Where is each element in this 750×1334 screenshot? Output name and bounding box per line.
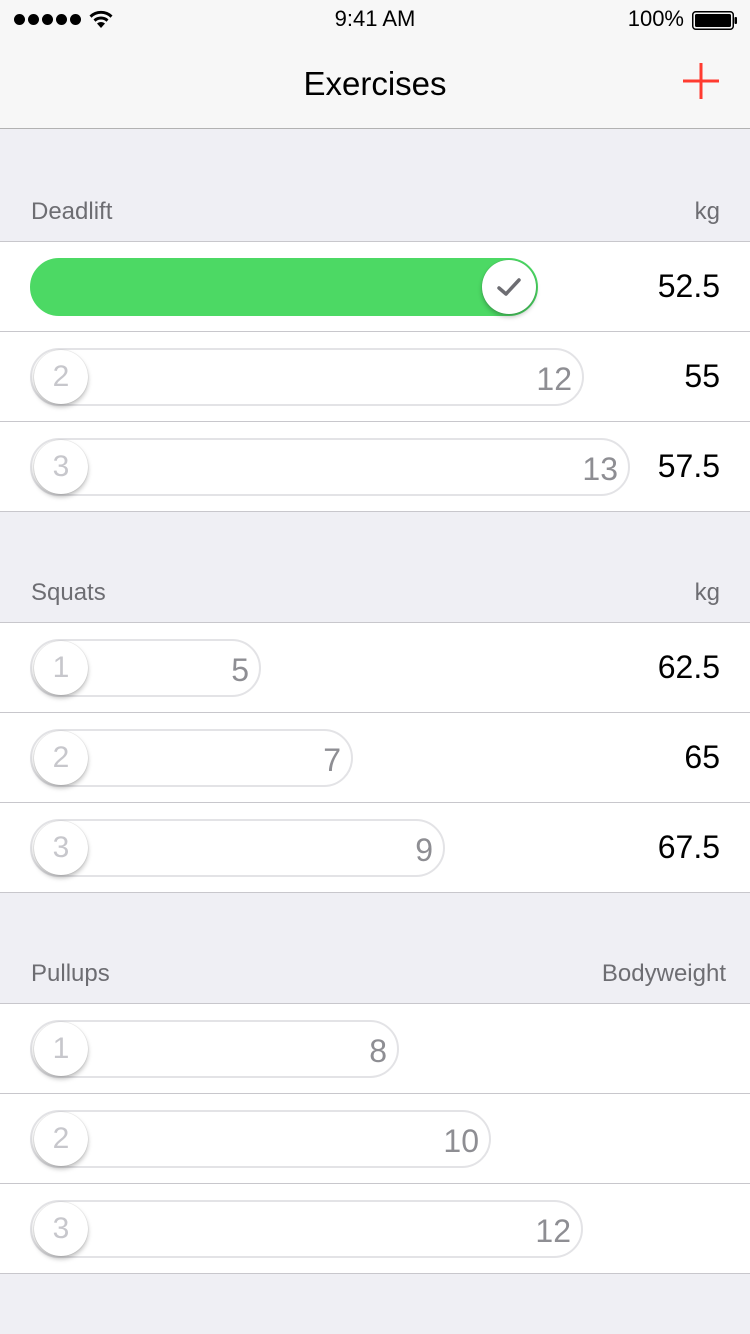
set-slider[interactable]: 3 12 — [30, 1200, 583, 1258]
set-slider[interactable]: 1 8 — [30, 1020, 399, 1078]
set-row: 1 5 62.5 — [0, 623, 750, 713]
set-number-knob[interactable]: 2 — [34, 350, 88, 404]
checkmark-icon — [497, 278, 521, 296]
page-title: Exercises — [303, 65, 447, 102]
set-number-knob[interactable]: 2 — [34, 731, 88, 785]
set-row: 3 12 — [0, 1184, 750, 1273]
set-number-knob[interactable]: 3 — [34, 1202, 88, 1256]
set-weight: 67.5 — [657, 829, 720, 865]
section-header: Deadlift kg — [0, 129, 750, 241]
set-reps: 9 — [415, 832, 433, 868]
battery-percent: 100% — [627, 6, 684, 31]
set-reps: 13 — [582, 451, 618, 487]
exercise-name: Deadlift — [31, 198, 113, 225]
weight-unit: kg — [694, 198, 720, 225]
set-list: 1 5 62.5 2 7 65 3 9 67.5 — [0, 622, 750, 893]
add-exercise-button[interactable] — [682, 62, 720, 100]
set-slider[interactable]: 2 12 — [30, 348, 584, 406]
set-row: 2 7 65 — [0, 713, 750, 803]
exercise-section-pullups: Pullups Bodyweight 1 8 2 10 3 12 — [0, 891, 750, 1274]
set-slider[interactable]: 1 5 — [30, 639, 261, 697]
exercise-name: Squats — [31, 579, 106, 606]
set-slider[interactable]: 3 9 — [30, 819, 445, 877]
set-reps: 5 — [231, 652, 249, 688]
status-bar: 9:41 AM 100% — [0, 0, 750, 40]
section-header: Pullups Bodyweight — [0, 891, 750, 1003]
set-slider-completed[interactable] — [30, 258, 538, 316]
set-list: 1 8 2 10 3 12 — [0, 1003, 750, 1274]
set-slider[interactable]: 2 7 — [30, 729, 353, 787]
set-row: 3 13 57.5 — [0, 422, 750, 511]
set-row: 2 12 55 — [0, 332, 750, 422]
set-weight: 55 — [684, 358, 720, 394]
navigation-bar: Exercises — [0, 40, 750, 129]
set-number-knob[interactable]: 1 — [34, 1022, 88, 1076]
exercise-section-deadlift: Deadlift kg 52.5 2 12 55 3 13 57.5 — [0, 129, 750, 512]
set-reps: 8 — [369, 1033, 387, 1069]
set-reps: 12 — [535, 1213, 571, 1249]
plus-icon — [683, 63, 719, 99]
set-number-knob[interactable]: 2 — [34, 1112, 88, 1166]
set-reps: 12 — [536, 361, 572, 397]
set-row: 2 10 — [0, 1094, 750, 1184]
set-number-knob[interactable]: 1 — [34, 641, 88, 695]
set-reps: 10 — [443, 1123, 479, 1159]
section-header: Squats kg — [0, 510, 750, 622]
weight-unit: Bodyweight — [601, 960, 726, 987]
set-weight: 65 — [684, 739, 720, 775]
exercise-section-squats: Squats kg 1 5 62.5 2 7 65 3 9 67.5 — [0, 510, 750, 893]
set-weight: 62.5 — [657, 649, 720, 685]
set-number-knob[interactable]: 3 — [34, 440, 88, 494]
set-list: 52.5 2 12 55 3 13 57.5 — [0, 241, 750, 512]
set-slider[interactable]: 2 10 — [30, 1110, 491, 1168]
weight-unit: kg — [694, 579, 720, 606]
set-number-knob[interactable]: 3 — [34, 821, 88, 875]
set-row: 3 9 67.5 — [0, 803, 750, 892]
set-slider[interactable]: 3 13 — [30, 438, 630, 496]
set-weight: 57.5 — [657, 448, 720, 484]
set-row: 1 8 — [0, 1004, 750, 1094]
set-reps: 7 — [323, 742, 341, 778]
set-row: 52.5 — [0, 242, 750, 332]
battery-icon — [692, 11, 737, 30]
set-weight: 52.5 — [657, 268, 720, 304]
slider-knob[interactable] — [482, 260, 536, 314]
exercise-name: Pullups — [31, 960, 110, 987]
